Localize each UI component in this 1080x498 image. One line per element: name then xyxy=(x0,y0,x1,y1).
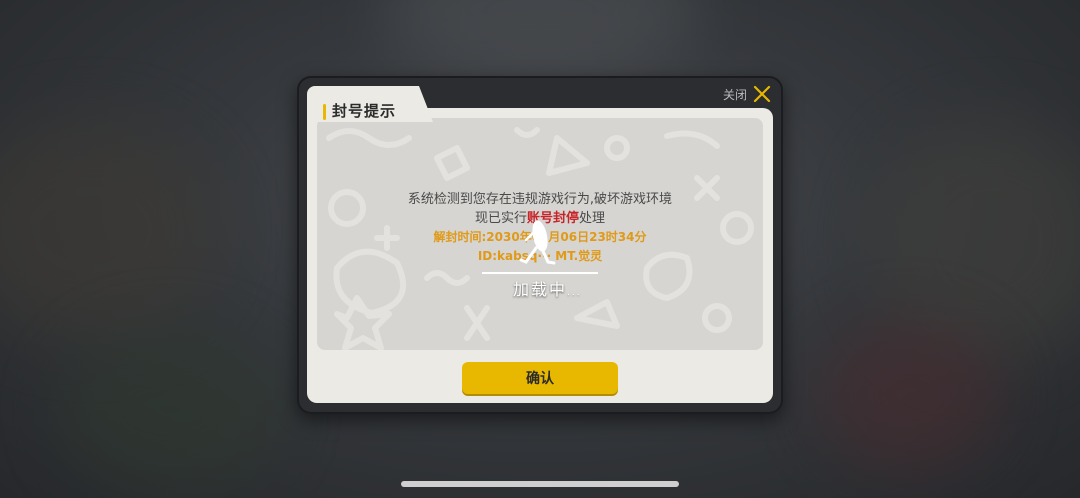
close-label: 关闭 xyxy=(722,87,747,102)
close-x-icon[interactable] xyxy=(753,85,771,103)
unban-time: 解封时间:2030年01月06日23时34分 xyxy=(433,230,647,244)
message-line-2: 现已实行账号封停处理 xyxy=(317,209,763,228)
ban-notice-dialog: 系统检测到您存在违规游戏行为,破坏游戏环境 现已实行账号封停处理 解封时间:20… xyxy=(297,76,783,414)
background-blur xyxy=(0,120,220,340)
confirm-button[interactable]: 确认 xyxy=(462,362,618,394)
background-blur xyxy=(380,0,700,80)
background-blur xyxy=(60,330,280,490)
ban-status-highlight: 账号封停 xyxy=(526,211,579,226)
message-area: 系统检测到您存在违规游戏行为,破坏游戏环境 现已实行账号封停处理 解封时间:20… xyxy=(317,118,763,350)
account-id: ID:kabsq··· MT.觉灵 xyxy=(477,249,603,263)
message-line-2-suffix: 处理 xyxy=(579,211,606,226)
message-line-2-prefix: 现已实行 xyxy=(474,211,527,226)
background-blur xyxy=(820,320,1000,470)
ban-message: 系统检测到您存在违规游戏行为,破坏游戏环境 现已实行账号封停处理 解封时间:20… xyxy=(317,190,763,266)
title-accent-bar xyxy=(323,104,326,120)
dialog-title-tab: 封号提示 xyxy=(307,86,433,122)
message-line-1: 系统检测到您存在违规游戏行为,破坏游戏环境 xyxy=(407,192,673,207)
dialog-title: 封号提示 xyxy=(332,102,397,120)
close-button[interactable]: 关闭 xyxy=(723,82,771,106)
home-indicator[interactable] xyxy=(401,481,679,487)
dialog-panel: 系统检测到您存在违规游戏行为,破坏游戏环境 现已实行账号封停处理 解封时间:20… xyxy=(307,108,773,403)
